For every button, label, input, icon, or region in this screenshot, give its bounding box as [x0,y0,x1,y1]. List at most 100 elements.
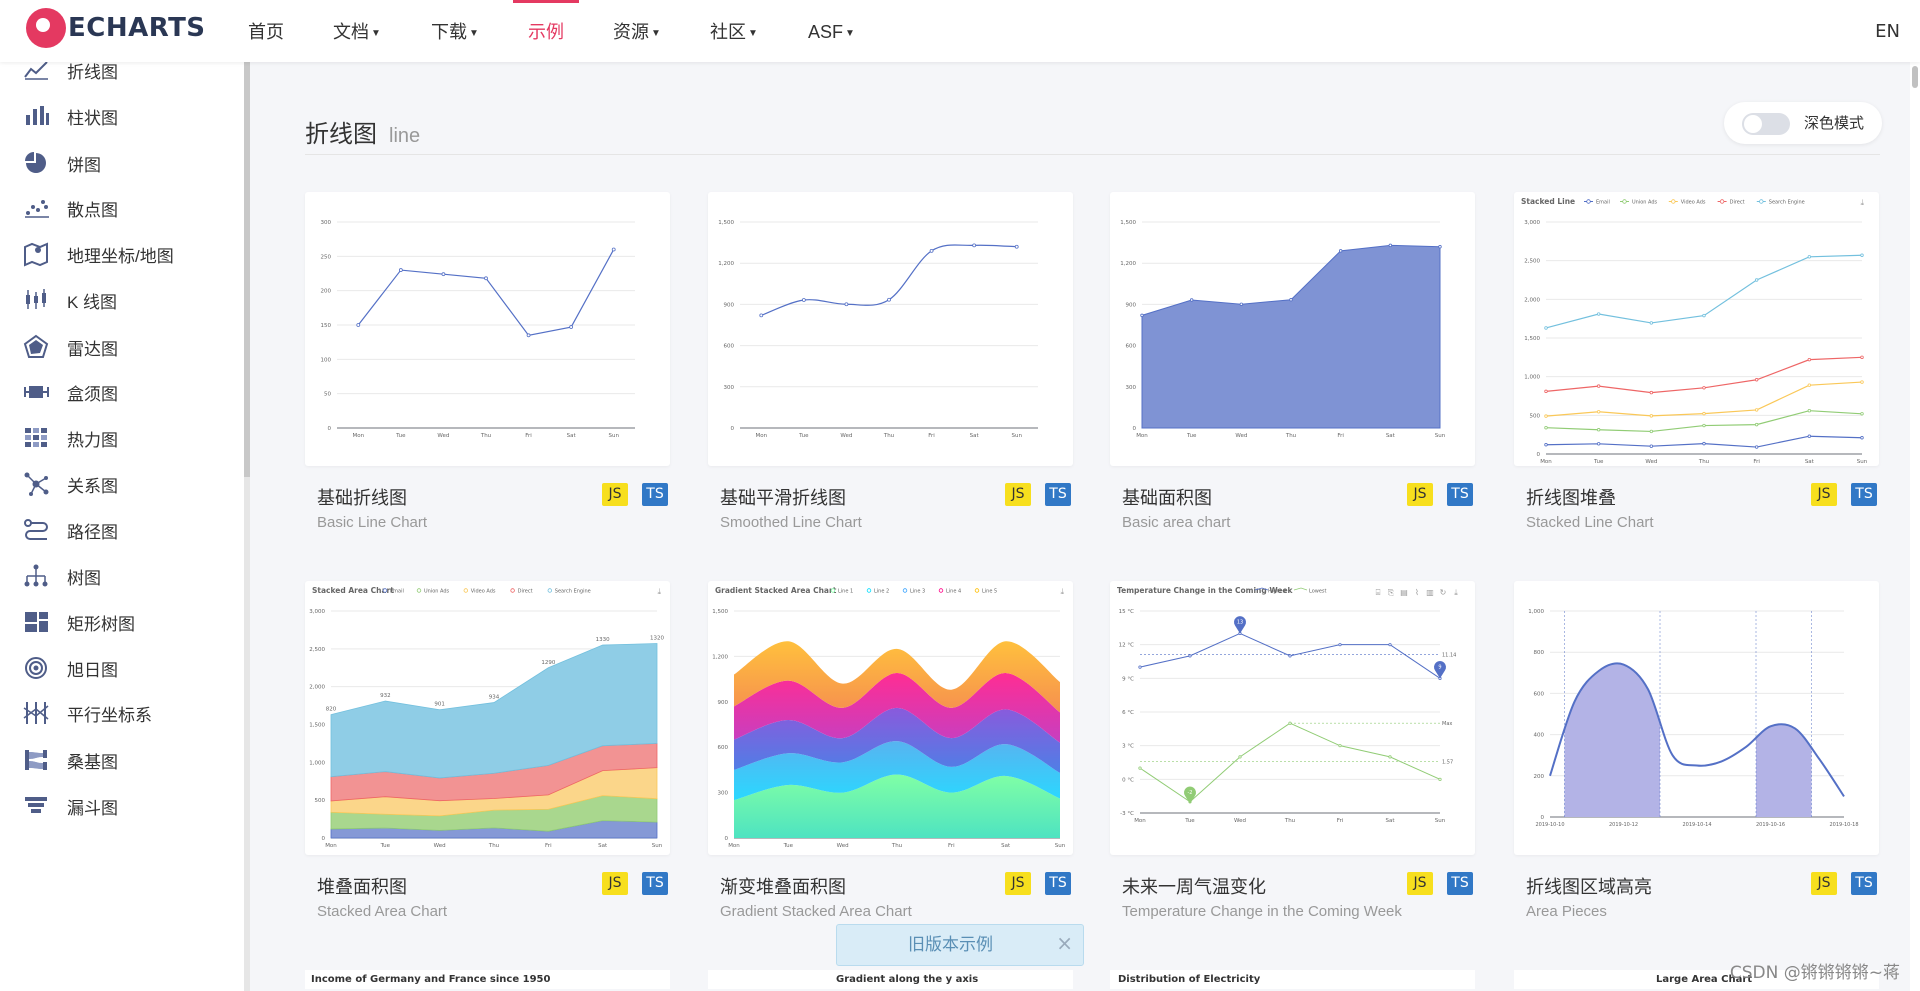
example-card[interactable]: Temperature Change in the Coming Week Hig… [1110,581,1475,920]
js-badge[interactable]: JS [1811,872,1837,895]
sidebar-item-lines[interactable]: 路径图 [22,512,118,548]
js-badge[interactable]: JS [1005,872,1031,895]
example-title[interactable]: 堆叠面积图 [317,873,407,899]
sidebar-item-tree[interactable]: 树图 [22,558,101,594]
echarts-logo[interactable]: ECHARTS [26,8,206,48]
data-point [1596,384,1601,388]
data-point [1702,313,1706,318]
legend-swatch [510,588,515,593]
js-badge[interactable]: JS [1407,872,1433,895]
tick-label: 150 [321,323,332,329]
sidebar-item-label: 柱状图 [67,108,118,128]
ts-badge[interactable]: TS [1447,872,1473,895]
sidebar-item-map[interactable]: 地理坐标/地图 [22,236,174,272]
js-badge[interactable]: JS [1407,483,1433,506]
tick-label: 200 [1534,774,1545,780]
sidebar-item-radar[interactable]: 雷达图 [22,329,118,365]
main-content: 折线图 line 深色模式 0 50 100 150 200 250 300 Mon Tue Wed… [250,62,1910,991]
data-point [1807,255,1812,259]
example-card[interactable]: 0 200 400 600 800 1,000 2019-10-10 2019-10-12 20… [1514,581,1879,920]
data-point [1288,721,1292,725]
sidebar-item-candlestick[interactable]: K 线图 [22,282,117,318]
example-card-partial[interactable]: Gradient along the y axis [708,970,1073,989]
language-switch[interactable]: EN [1875,0,1900,64]
treemap-icon [22,609,50,635]
tick-label: Wed [434,843,446,849]
legend-label: Line 2 [874,589,889,595]
sidebar-item-scatter[interactable]: 散点图 [22,190,118,226]
sidebar-item-pie-chart[interactable]: 饼图 [22,145,101,181]
example-title[interactable]: 未来一周气温变化 [1122,873,1266,899]
example-card[interactable]: 0 300 600 900 1,200 1,500 Mon Tue Wed Thu Fri Sat Su… [708,192,1073,531]
ts-badge[interactable]: TS [1851,483,1877,506]
example-title[interactable]: 折线图区域高亮 [1526,873,1652,899]
js-badge[interactable]: JS [602,872,628,895]
example-thumbnail[interactable]: 0 300 600 900 1,200 1,500 Mon Tue Wed Thu Fri Sat Su… [1110,192,1475,466]
example-card-partial[interactable]: Distribution of Electricity [1110,970,1475,989]
js-badge[interactable]: JS [602,483,628,506]
nav-asf[interactable]: ASF ▼ [808,0,855,62]
ts-badge[interactable]: TS [642,872,668,895]
close-icon[interactable]: × [1056,925,1073,961]
tick-label: Thu [488,843,499,849]
sidebar-item-treemap[interactable]: 矩形树图 [22,604,135,640]
js-badge[interactable]: JS [1811,483,1837,506]
ts-badge[interactable]: TS [642,483,668,506]
tick-label: Sun [1435,433,1446,439]
example-title[interactable]: 折线图堆叠 [1526,484,1616,510]
example-card[interactable]: Gradient Stacked Area Chart Line 1 Line 2L… [708,581,1073,920]
dark-mode-switch[interactable] [1742,113,1790,135]
example-thumbnail[interactable]: Temperature Change in the Coming Week Hig… [1110,581,1475,855]
example-card[interactable]: 0 50 100 150 200 250 300 Mon Tue Wed Thu Fri Sat Sun 基… [305,192,670,531]
sidebar-item-bar-chart[interactable]: 柱状图 [22,98,118,134]
nav-resources[interactable]: 资源 ▼ [613,0,661,62]
data-point [1438,777,1442,781]
old-version-banner[interactable]: 旧版本示例 × [836,924,1084,966]
ts-badge[interactable]: TS [1045,872,1071,895]
sidebar-item-funnel[interactable]: 漏斗图 [22,788,118,824]
sidebar-item-boxplot[interactable]: 盒须图 [22,374,118,410]
example-title[interactable]: 基础平滑折线图 [720,484,846,510]
sidebar-item-parallel[interactable]: 平行坐标系 [22,695,152,731]
example-card-partial[interactable]: Income of Germany and France since 1950 [305,970,670,989]
page-scrollbar-thumb[interactable] [1912,66,1918,88]
example-thumbnail[interactable]: 0 300 600 900 1,200 1,500 Mon Tue Wed Thu Fri Sat Su… [708,192,1073,466]
nav-examples[interactable]: 示例 [513,0,579,62]
nav-community[interactable]: 社区 ▼ [710,0,758,62]
example-thumbnail[interactable]: Stacked Line Email Union Ads Video Ads Direc… [1514,192,1879,466]
example-thumbnail[interactable]: Stacked Area Chart Email Union Ads Video Ad… [305,581,670,855]
nav-home[interactable]: 首页 [248,0,284,62]
js-badge[interactable]: JS [1005,483,1031,506]
example-thumbnail[interactable]: Gradient Stacked Area Chart Line 1 Line 2 L… [708,581,1073,855]
data-point [356,323,361,327]
sidebar-item-heatmap[interactable]: 热力图 [22,420,118,456]
tick-label: 200 [321,289,332,295]
ts-badge[interactable]: TS [1447,483,1473,506]
data-point [1754,422,1759,427]
data-point [1289,298,1293,302]
example-card[interactable]: 0 300 600 900 1,200 1,500 Mon Tue Wed Thu Fri Sat Su… [1110,192,1475,531]
dark-mode-toggle[interactable]: 深色模式 [1724,102,1882,144]
example-thumbnail[interactable]: 0 200 400 600 800 1,000 2019-10-10 2019-10-12 20… [1514,581,1879,855]
example-card[interactable]: Stacked Line Email Union Ads Video Ads Direc… [1514,192,1879,531]
sidebar-item-sankey[interactable]: 桑基图 [22,742,118,778]
example-title[interactable]: 基础折线图 [317,484,407,510]
example-title[interactable]: 基础面积图 [1122,484,1212,510]
nav-docs[interactable]: 文档 ▼ [333,0,381,62]
markpoint-label: -2 [1188,790,1193,796]
ts-badge[interactable]: TS [1851,872,1877,895]
example-card[interactable]: Stacked Area Chart Email Union Ads Video Ad… [305,581,670,920]
tick-label: 2,000 [1524,297,1540,303]
ts-badge[interactable]: TS [1045,483,1071,506]
example-title[interactable]: 渐变堆叠面积图 [720,873,846,899]
sidebar-item-graph[interactable]: 关系图 [22,466,118,502]
sidebar-item-label: 漏斗图 [67,798,118,818]
sidebar-item-line-chart[interactable]: 折线图 [22,62,118,88]
example-thumbnail[interactable]: 0 50 100 150 200 250 300 Mon Tue Wed Thu Fri Sat Sun [305,192,670,466]
old-version-link[interactable]: 旧版本示例 [908,925,993,965]
sidebar-item-sunburst[interactable]: 旭日图 [22,650,118,686]
tick-label: Thu [1285,433,1296,439]
page-scrollbar[interactable] [1910,62,1920,991]
data-point [1338,643,1342,647]
nav-download[interactable]: 下载 ▼ [431,0,479,62]
